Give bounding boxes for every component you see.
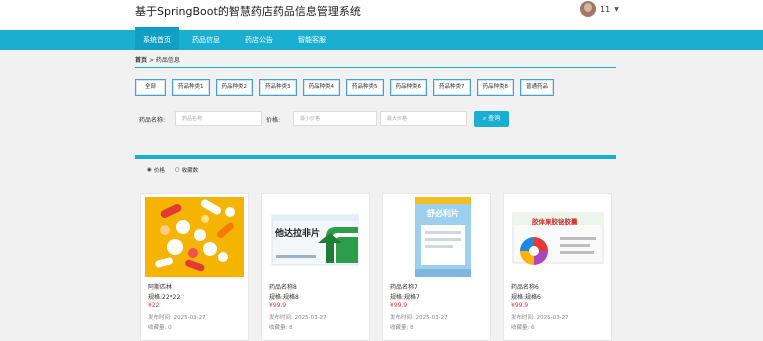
category-button[interactable]: 药品种类4 — [302, 79, 340, 96]
product-price: ¥99.9 — [269, 302, 287, 309]
radio-checked-icon: ◉ — [147, 167, 152, 173]
user-menu[interactable]: 11 ▼ — [580, 1, 619, 17]
nav-smart-service[interactable]: 智能客服 — [292, 30, 332, 50]
product-date: 发布时间: 2025-03-27 — [390, 315, 448, 321]
box-label-capsule: 胶体果胶铋胶囊 — [532, 218, 578, 226]
category-filter: 全部 药品种类1 药品种类2 药品种类3 药品种类4 药品种类5 药品种类6 药… — [135, 79, 555, 96]
product-spec: 规格:规格7 — [390, 294, 420, 301]
category-button[interactable]: 药品种类1 — [172, 79, 210, 96]
sort-price-label: 价格 — [153, 168, 165, 174]
nav-medicine-info[interactable]: 药品信息 — [186, 30, 226, 50]
category-button[interactable]: 药品种类2 — [215, 79, 253, 96]
category-button[interactable]: 药品种类7 — [433, 79, 471, 96]
price-label: 价格: — [266, 117, 281, 124]
sort-fav-label: 收藏数 — [181, 168, 199, 174]
product-spec: 规格:规格8 — [269, 294, 299, 301]
product-date: 发布时间: 2025-03-27 — [148, 315, 206, 321]
product-favorites: 收藏量: 6 — [511, 325, 535, 331]
product-favorites: 收藏量: 0 — [148, 325, 172, 331]
site-title: 基于SpringBoot的智慧药店药品信息管理系统 — [135, 5, 361, 18]
search-button-label: 查询 — [488, 115, 501, 122]
search-icon: ⌕ — [482, 115, 487, 122]
sort-by-favorites[interactable]: ○ 收藏数 — [175, 166, 198, 174]
category-button[interactable]: 药品种类6 — [389, 79, 427, 96]
breadcrumb-current: 药品信息 — [155, 57, 180, 64]
product-name: 药品名称6 — [511, 284, 539, 291]
medicine-name-input[interactable]: 药品名称 — [175, 111, 262, 126]
product-image-box[interactable]: 胶体果胶铋胶囊 — [508, 197, 607, 277]
header: 基于SpringBoot的智慧药店药品信息管理系统 11 ▼ — [0, 0, 763, 30]
sort-options: ◉ 价格 ○ 收藏数 — [147, 166, 198, 174]
nav-announcements[interactable]: 药店公告 — [239, 30, 279, 50]
breadcrumb-home[interactable]: 首页 — [135, 57, 147, 64]
product-date: 发布时间: 2025-03-27 — [511, 315, 569, 321]
category-button[interactable]: 药品种类3 — [259, 79, 297, 96]
product-price: ¥22 — [148, 302, 160, 309]
product-card[interactable]: 舒必利片 药品名称7 规格:规格7 ¥99.9 发布时间: 2025-03-27… — [382, 193, 491, 341]
product-card[interactable]: 阿斯匹林 规格:22*22 ¥22 发布时间: 2025-03-27 收藏量: … — [140, 193, 249, 341]
product-card[interactable]: 他达拉非片 药品名称8 规格:规格8 ¥99.9 发布时间: 2025-03-2… — [261, 193, 370, 341]
category-button-all[interactable]: 全部 — [135, 79, 166, 96]
chevron-down-icon[interactable]: ▼ — [614, 6, 619, 13]
product-image-pills[interactable] — [145, 197, 244, 277]
max-price-input[interactable]: 最大价格 — [380, 111, 467, 126]
avatar[interactable] — [580, 1, 596, 17]
name-label: 药品名称: — [139, 117, 166, 124]
category-button[interactable]: 药品种类8 — [476, 79, 514, 96]
product-name: 药品名称8 — [269, 284, 297, 291]
product-list: 阿斯匹林 规格:22*22 ¥22 发布时间: 2025-03-27 收藏量: … — [140, 193, 612, 341]
product-price: ¥99.9 — [511, 302, 529, 309]
product-spec: 规格:规格6 — [511, 294, 541, 301]
product-favorites: 收藏量: 8 — [269, 325, 293, 331]
product-image-box[interactable]: 他达拉非片 — [266, 197, 365, 277]
breadcrumb: 首页 > 药品信息 — [135, 55, 180, 64]
username[interactable]: 11 — [600, 5, 610, 14]
divider — [135, 67, 616, 68]
min-price-input[interactable]: 最小价格 — [293, 111, 377, 126]
main-nav: 系统首页 药品信息 药店公告 智能客服 — [0, 30, 763, 50]
sort-by-price[interactable]: ◉ 价格 — [147, 166, 165, 174]
section-bar — [135, 155, 616, 159]
product-card[interactable]: 胶体果胶铋胶囊 药品名称6 规格:规格6 ¥99.9 发布时间: 2025-03… — [503, 193, 612, 341]
product-image-box[interactable]: 舒必利片 — [387, 197, 486, 277]
category-button[interactable]: 药品种类5 — [346, 79, 384, 96]
radio-unchecked-icon: ○ — [174, 167, 180, 173]
product-price: ¥99.9 — [390, 302, 408, 309]
product-spec: 规格:22*22 — [148, 294, 181, 301]
box-label-sulpiride: 舒必利片 — [427, 209, 459, 218]
nav-home[interactable]: 系统首页 — [135, 30, 179, 50]
product-name: 阿斯匹林 — [148, 284, 173, 291]
breadcrumb-separator: > — [148, 57, 154, 64]
product-date: 发布时间: 2025-03-27 — [269, 315, 327, 321]
category-button[interactable]: 普通药品 — [520, 79, 555, 96]
search-button[interactable]: ⌕ 查询 — [474, 111, 509, 127]
box-label-tadalafil: 他达拉非片 — [275, 229, 321, 239]
product-name: 药品名称7 — [390, 284, 418, 291]
product-favorites: 收藏量: 8 — [390, 325, 414, 331]
